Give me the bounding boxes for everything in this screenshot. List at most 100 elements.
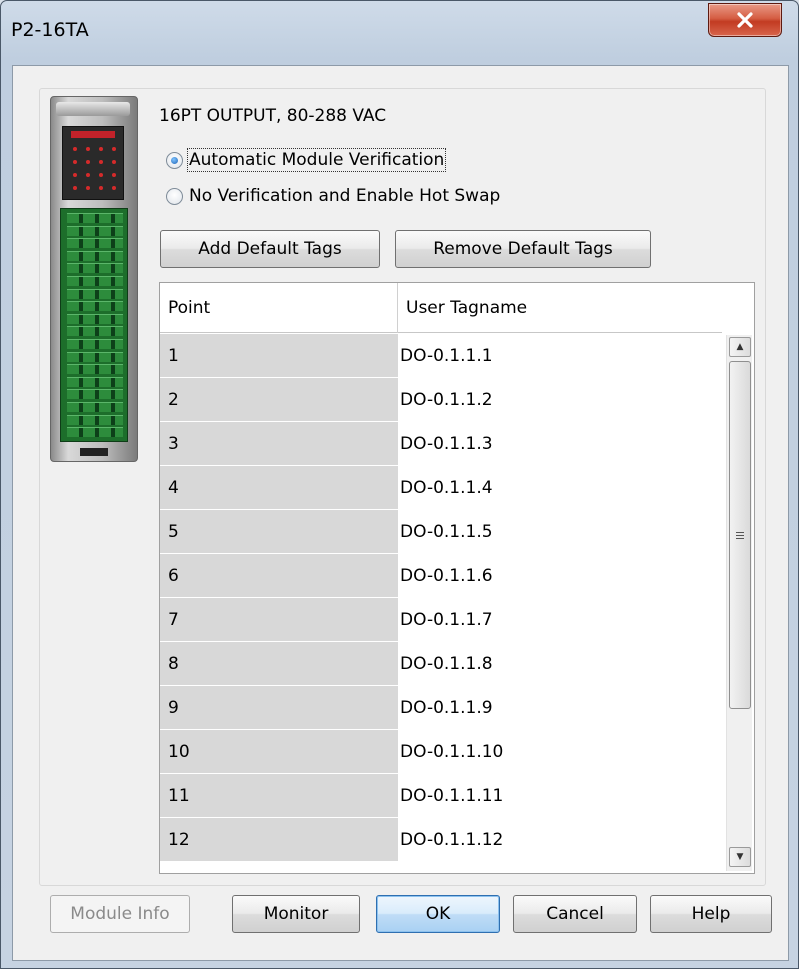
user-tagname-cell[interactable]: DO-0.1.1.1 [398, 334, 722, 378]
user-tagname-cell[interactable]: DO-0.1.1.5 [398, 510, 722, 554]
scroll-down-icon[interactable]: ▼ [729, 847, 751, 867]
point-cell: 6 [160, 554, 398, 598]
terminal-screw [67, 326, 123, 337]
terminal-screw [67, 364, 123, 375]
table-row[interactable]: 4 DO-0.1.1.4 [160, 466, 722, 510]
window-title: P2-16TA [11, 19, 89, 41]
terminal-screw [67, 225, 123, 236]
point-cell: 4 [160, 466, 398, 510]
table-row[interactable]: 8 DO-0.1.1.8 [160, 642, 722, 686]
point-cell: 5 [160, 510, 398, 554]
table-row[interactable]: 9 DO-0.1.1.9 [160, 686, 722, 730]
terminal-screw [67, 376, 123, 387]
close-button[interactable] [708, 3, 782, 37]
table-row[interactable]: 1 DO-0.1.1.1 [160, 334, 722, 378]
user-tagname-cell[interactable]: DO-0.1.1.3 [398, 422, 722, 466]
column-header-point[interactable]: Point [160, 283, 398, 333]
table-row[interactable]: 2 DO-0.1.1.2 [160, 378, 722, 422]
led-indicator [99, 160, 103, 164]
dialog-client-area: 16PT OUTPUT, 80-288 VAC Automatic Module… [12, 65, 789, 961]
cancel-button[interactable]: Cancel [513, 895, 637, 933]
user-tagname-cell[interactable]: DO-0.1.1.8 [398, 642, 722, 686]
user-tagname-cell[interactable]: DO-0.1.1.9 [398, 686, 722, 730]
terminal-screw [67, 288, 123, 299]
led-indicator [112, 173, 116, 177]
vertical-scrollbar[interactable]: ▲ ▼ [726, 335, 752, 871]
user-tagname-cell[interactable]: DO-0.1.1.7 [398, 598, 722, 642]
led-indicator [99, 186, 103, 190]
scroll-up-icon[interactable]: ▲ [729, 337, 751, 357]
point-cell: 10 [160, 730, 398, 774]
terminal-screw [67, 213, 123, 223]
terminal-screw [67, 313, 123, 324]
table-row[interactable]: 3 DO-0.1.1.3 [160, 422, 722, 466]
user-tagname-cell[interactable]: DO-0.1.1.10 [398, 730, 722, 774]
point-cell: 12 [160, 818, 398, 862]
table-row[interactable]: 7 DO-0.1.1.7 [160, 598, 722, 642]
terminal-screw [67, 238, 123, 249]
led-indicator [73, 186, 77, 190]
dialog-window: P2-16TA 16PT OUTPUT, 80-288 VAC Automati… [0, 0, 799, 969]
terminal-block [60, 208, 128, 442]
module-led-panel [62, 126, 124, 200]
table-row[interactable]: 6 DO-0.1.1.6 [160, 554, 722, 598]
radio-unselected-icon[interactable] [166, 187, 183, 205]
point-cell: 8 [160, 642, 398, 686]
led-indicator [86, 173, 90, 177]
point-cell: 11 [160, 774, 398, 818]
point-cell: 1 [160, 334, 398, 378]
terminal-screw [67, 414, 123, 425]
module-description: 16PT OUTPUT, 80-288 VAC [159, 106, 387, 126]
point-cell: 3 [160, 422, 398, 466]
led-indicator [73, 147, 77, 151]
user-tagname-cell[interactable]: DO-0.1.1.12 [398, 818, 722, 862]
terminal-screw [67, 389, 123, 400]
grip-icon [736, 531, 744, 539]
user-tagname-cell[interactable]: DO-0.1.1.4 [398, 466, 722, 510]
table-row[interactable]: 12 DO-0.1.1.12 [160, 818, 722, 862]
column-header-user-tagname[interactable]: User Tagname [398, 283, 722, 333]
user-tagname-cell[interactable]: DO-0.1.1.11 [398, 774, 722, 818]
radio-label: No Verification and Enable Hot Swap [189, 186, 501, 206]
led-indicator [73, 160, 77, 164]
radio-label: Automatic Module Verification [186, 148, 447, 172]
radio-no-verification-hot-swap[interactable]: No Verification and Enable Hot Swap [166, 186, 500, 206]
terminal-screw [67, 263, 123, 274]
led-indicator [86, 147, 90, 151]
user-tagname-cell[interactable]: DO-0.1.1.2 [398, 378, 722, 422]
table-row[interactable]: 11 DO-0.1.1.11 [160, 774, 722, 818]
point-cell: 9 [160, 686, 398, 730]
point-cell: 2 [160, 378, 398, 422]
terminal-screw [67, 250, 123, 261]
led-indicator [99, 147, 103, 151]
led-indicator [73, 173, 77, 177]
radio-automatic-verification[interactable]: Automatic Module Verification [166, 148, 447, 172]
point-cell: 7 [160, 598, 398, 642]
close-x-icon [737, 12, 753, 28]
terminal-screw [67, 339, 123, 349]
terminal-screw [67, 276, 123, 286]
terminal-screw [67, 351, 123, 362]
help-button[interactable]: Help [650, 895, 772, 933]
led-indicator [112, 186, 116, 190]
module-image [50, 96, 138, 462]
scroll-thumb[interactable] [729, 361, 751, 709]
ok-button[interactable]: OK [376, 895, 500, 933]
led-indicator [86, 186, 90, 190]
monitor-button[interactable]: Monitor [232, 895, 360, 933]
terminal-screw [67, 402, 123, 412]
radio-selected-icon[interactable] [166, 151, 183, 169]
table-row[interactable]: 5 DO-0.1.1.5 [160, 510, 722, 554]
remove-default-tags-button[interactable]: Remove Default Tags [395, 230, 651, 268]
led-indicator [112, 147, 116, 151]
table-row[interactable]: 10 DO-0.1.1.10 [160, 730, 722, 774]
title-bar[interactable]: P2-16TA [1, 1, 798, 63]
add-default-tags-button[interactable]: Add Default Tags [160, 230, 380, 268]
tag-grid: Point User Tagname 1 DO-0.1.1.1 2 DO-0.1.1.… [159, 282, 755, 874]
led-indicator [86, 160, 90, 164]
terminal-screw [67, 427, 123, 438]
user-tagname-cell[interactable]: DO-0.1.1.6 [398, 554, 722, 598]
terminal-screw [67, 301, 123, 312]
led-indicator [112, 160, 116, 164]
module-info-button[interactable]: Module Info [50, 895, 190, 933]
